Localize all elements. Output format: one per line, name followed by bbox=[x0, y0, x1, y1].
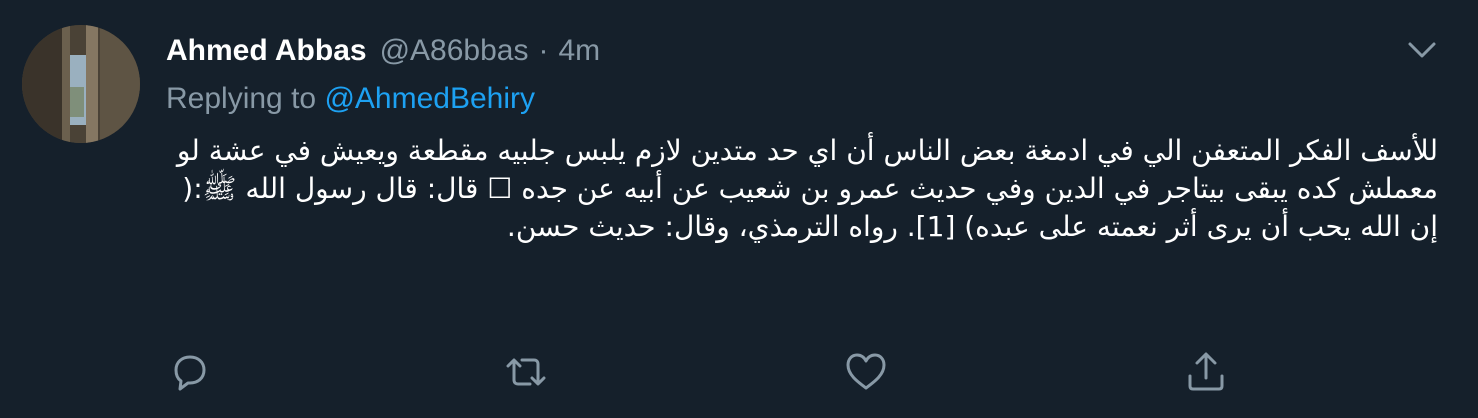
timestamp[interactable]: 4m bbox=[558, 34, 600, 68]
heart-icon[interactable] bbox=[842, 348, 890, 396]
reply-icon[interactable] bbox=[166, 348, 214, 396]
share-icon[interactable] bbox=[1182, 348, 1230, 396]
replying-to-link[interactable]: @AhmedBehiry bbox=[324, 82, 535, 115]
avatar-image bbox=[22, 25, 140, 143]
tweet-text: للأسف الفكر المتعفن الي في ادمغة بعض الن… bbox=[176, 134, 1438, 243]
display-name[interactable]: Ahmed Abbas bbox=[166, 34, 367, 68]
retweet-icon[interactable] bbox=[502, 348, 550, 396]
separator-dot: · bbox=[538, 34, 549, 67]
tweet[interactable]: Ahmed Abbas @A86bbas · 4m Replying to @A… bbox=[0, 0, 1478, 418]
replying-to: Replying to @AhmedBehiry bbox=[166, 82, 535, 116]
replying-prefix: Replying to bbox=[166, 82, 325, 115]
tweet-header: Ahmed Abbas @A86bbas · 4m bbox=[166, 26, 600, 76]
chevron-down-icon[interactable] bbox=[1404, 36, 1440, 64]
avatar[interactable] bbox=[22, 25, 140, 143]
action-bar bbox=[166, 348, 1226, 396]
user-handle[interactable]: @A86bbas bbox=[380, 34, 529, 68]
